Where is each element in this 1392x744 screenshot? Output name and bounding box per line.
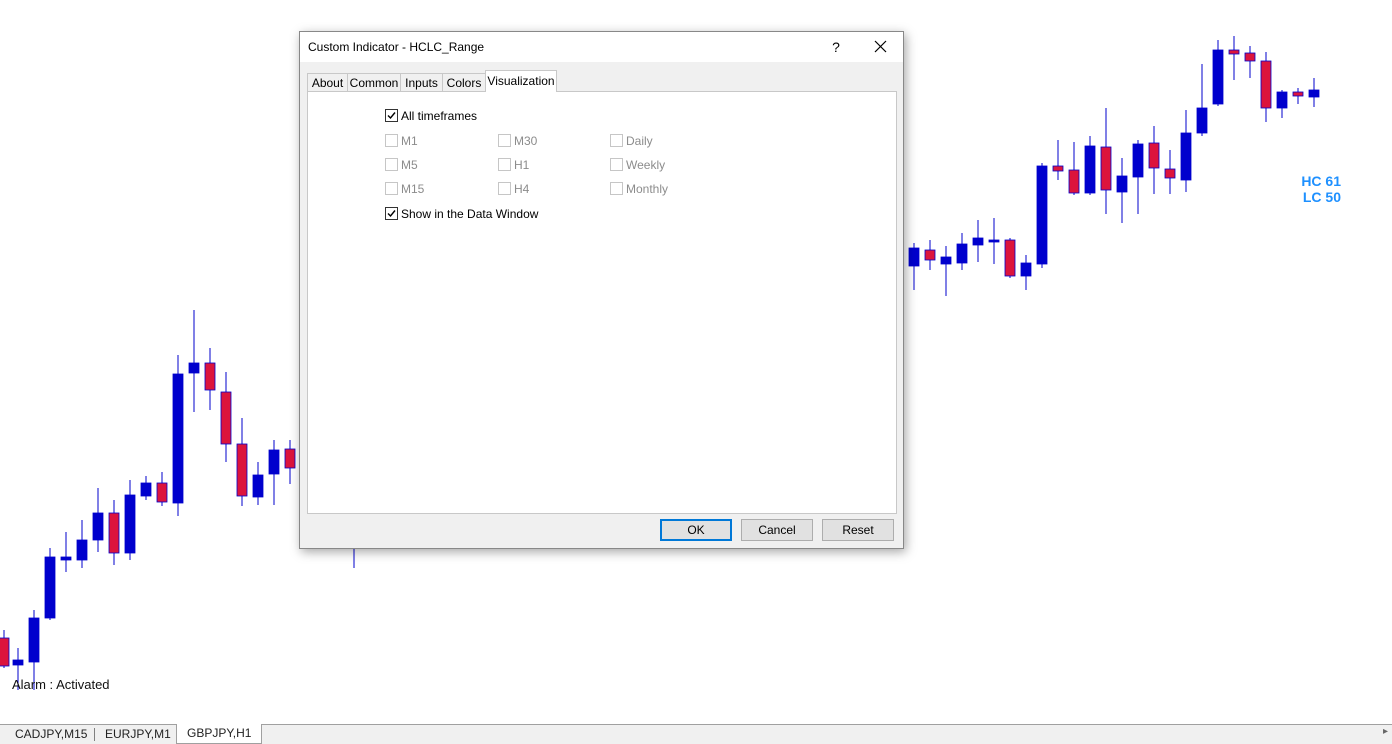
m15-label: M15 bbox=[401, 182, 425, 196]
candle-body bbox=[924, 249, 936, 261]
close-icon bbox=[874, 40, 887, 53]
candle-body bbox=[124, 494, 136, 554]
candle-body bbox=[172, 373, 184, 504]
candle-body bbox=[1196, 107, 1208, 134]
candle-body bbox=[1068, 169, 1080, 194]
candle-body bbox=[140, 482, 152, 497]
candle-body bbox=[972, 237, 984, 246]
candle-body bbox=[1276, 91, 1288, 109]
show-data-window-label: Show in the Data Window bbox=[401, 207, 539, 221]
tab-scroll-right-icon[interactable]: ▸ bbox=[1383, 726, 1388, 737]
daily-checkbox[interactable] bbox=[610, 134, 623, 147]
lc-value-label: LC 50 bbox=[1302, 189, 1341, 205]
symbol-tab-gbpjpy-h1[interactable]: GBPJPY,H1 bbox=[176, 724, 263, 744]
candle-body bbox=[1180, 132, 1192, 181]
tab-about[interactable]: About bbox=[307, 73, 348, 92]
visualization-panel: All timeframes M1 M5 M15 M30 H1 H4 Daily… bbox=[307, 91, 897, 514]
tab-colors[interactable]: Colors bbox=[442, 73, 486, 92]
candle-body bbox=[92, 512, 104, 541]
all-timeframes-checkbox[interactable] bbox=[385, 109, 398, 122]
m5-checkbox[interactable] bbox=[385, 158, 398, 171]
checkmark-icon bbox=[387, 210, 396, 218]
candle-body bbox=[908, 247, 920, 267]
candle-body bbox=[1148, 142, 1160, 169]
hc-value-label: HC 61 bbox=[1301, 173, 1341, 189]
candle-body bbox=[1132, 143, 1144, 178]
m1-label: M1 bbox=[401, 134, 418, 148]
help-button[interactable]: ? bbox=[826, 36, 846, 58]
alarm-status-text: Alarm : Activated bbox=[12, 677, 110, 692]
candle-body bbox=[44, 556, 56, 619]
h4-checkbox[interactable] bbox=[498, 182, 511, 195]
symbol-tab-bar: CADJPY,M15 EURJPY,M1 GBPJPY,H1 ▸ bbox=[0, 724, 1392, 744]
symbol-tab-cadjpy-m15[interactable]: CADJPY,M15 bbox=[5, 725, 97, 743]
candle-body bbox=[76, 539, 88, 561]
cancel-button[interactable]: Cancel bbox=[741, 519, 813, 541]
weekly-checkbox[interactable] bbox=[610, 158, 623, 171]
candle-body bbox=[1052, 165, 1064, 172]
candle-body bbox=[108, 512, 120, 554]
show-data-window-checkbox[interactable] bbox=[385, 207, 398, 220]
candle-body bbox=[156, 482, 168, 503]
candle-body bbox=[188, 362, 200, 374]
monthly-label: Monthly bbox=[626, 182, 669, 196]
h1-checkbox[interactable] bbox=[498, 158, 511, 171]
candle-body bbox=[1228, 49, 1240, 55]
monthly-checkbox[interactable] bbox=[610, 182, 623, 195]
m1-checkbox[interactable] bbox=[385, 134, 398, 147]
candle-body bbox=[220, 391, 232, 445]
candle-body bbox=[0, 637, 10, 667]
checkmark-icon bbox=[387, 112, 396, 120]
custom-indicator-dialog: Custom Indicator - HCLC_Range ? About Co… bbox=[299, 31, 904, 549]
close-button[interactable] bbox=[870, 36, 892, 58]
candle-body bbox=[1260, 60, 1272, 109]
ok-button[interactable]: OK bbox=[660, 519, 732, 541]
candle-body bbox=[28, 617, 40, 663]
h4-label: H4 bbox=[514, 182, 530, 196]
m30-checkbox[interactable] bbox=[498, 134, 511, 147]
symbol-tab-eurjpy-m1[interactable]: EURJPY,M1 bbox=[95, 725, 181, 743]
candle-body bbox=[236, 443, 248, 497]
m30-label: M30 bbox=[514, 134, 538, 148]
candle-body bbox=[1020, 262, 1032, 277]
reset-button[interactable]: Reset bbox=[822, 519, 894, 541]
daily-label: Daily bbox=[626, 134, 653, 148]
candle-body bbox=[204, 362, 216, 391]
h1-label: H1 bbox=[514, 158, 530, 172]
m15-checkbox[interactable] bbox=[385, 182, 398, 195]
m5-label: M5 bbox=[401, 158, 418, 172]
dialog-title: Custom Indicator - HCLC_Range bbox=[308, 40, 485, 54]
candle-body bbox=[940, 256, 952, 265]
dialog-title-bar[interactable]: Custom Indicator - HCLC_Range ? bbox=[300, 32, 903, 62]
candle-body bbox=[268, 449, 280, 475]
candle-body bbox=[1036, 165, 1048, 265]
candle-body bbox=[12, 659, 24, 666]
candle-body bbox=[60, 556, 72, 561]
candle-body bbox=[1116, 175, 1128, 193]
candle-body bbox=[956, 243, 968, 264]
candle-body bbox=[252, 474, 264, 498]
candle-body bbox=[1292, 91, 1304, 97]
candle-body bbox=[1164, 168, 1176, 179]
candle-body bbox=[1084, 145, 1096, 194]
candle-body bbox=[988, 239, 1000, 243]
tab-common[interactable]: Common bbox=[347, 73, 401, 92]
candle-body bbox=[1004, 239, 1016, 277]
candle-body bbox=[1100, 146, 1112, 191]
tab-inputs[interactable]: Inputs bbox=[400, 73, 443, 92]
candle-body bbox=[284, 448, 296, 469]
tab-visualization[interactable]: Visualization bbox=[485, 70, 557, 92]
candle-body bbox=[1212, 49, 1224, 105]
candle-body bbox=[1244, 52, 1256, 62]
all-timeframes-label: All timeframes bbox=[401, 109, 478, 123]
candle-body bbox=[1308, 89, 1320, 98]
weekly-label: Weekly bbox=[626, 158, 666, 172]
